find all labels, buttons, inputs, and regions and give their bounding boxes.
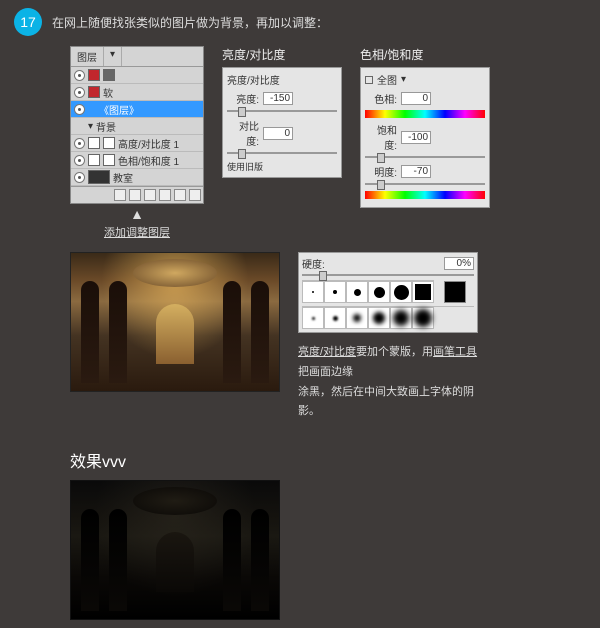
layer-row[interactable]: 教室 <box>71 169 203 186</box>
eye-icon[interactable] <box>74 87 85 98</box>
brush-preset[interactable] <box>302 307 324 329</box>
color-swatch <box>103 69 115 81</box>
brush-preset[interactable] <box>346 307 368 329</box>
brush-preset[interactable] <box>412 281 434 303</box>
slider[interactable] <box>302 274 474 276</box>
panel-title: 亮度/对比度 <box>222 46 342 63</box>
adjust-icon <box>88 137 100 149</box>
slider[interactable] <box>227 110 337 112</box>
eye-icon[interactable] <box>74 70 85 81</box>
brush-preset[interactable] <box>324 307 346 329</box>
brush-preset[interactable] <box>324 281 346 303</box>
layers-tab[interactable]: 图层 <box>71 47 104 66</box>
label: 色相: <box>365 91 397 106</box>
mask-icon <box>103 137 115 149</box>
caption: 添加调整图层 <box>70 224 204 240</box>
brush-preset[interactable] <box>368 281 390 303</box>
label: 亮度: <box>227 91 259 106</box>
slider[interactable] <box>227 152 337 154</box>
adjust-icon[interactable] <box>144 189 156 201</box>
layer-row[interactable]: 色相/饱和度 1 <box>71 152 203 169</box>
value-input[interactable]: 0% <box>444 257 474 270</box>
brush-preset[interactable] <box>390 281 412 303</box>
label: 硬度: <box>302 256 325 271</box>
layer-thumb <box>88 170 110 184</box>
hue-panel: 全图▾ 色相:0 饱和度:-100 明度:-70 <box>360 67 490 208</box>
hue-strip <box>365 191 485 199</box>
eye-icon[interactable] <box>74 155 85 166</box>
swatch-icon <box>365 76 373 84</box>
layer-row[interactable]: 高度/对比度 1 <box>71 135 203 152</box>
hue-slider[interactable] <box>365 110 485 118</box>
tab-arrow-icon: ▾ <box>104 47 122 66</box>
brush-preset[interactable] <box>390 307 412 329</box>
folder-icon[interactable] <box>159 189 171 201</box>
color-swatch <box>88 69 100 81</box>
brightness-panel: 亮度/对比度 亮度:-150 对比度:0 使用旧版 <box>222 67 342 178</box>
value-input[interactable]: 0 <box>263 127 293 140</box>
layer-row[interactable]: 《图层》 <box>71 101 203 118</box>
checkbox-label[interactable]: 使用旧版 <box>227 160 337 173</box>
arrow-up-icon: ▲ <box>70 206 204 222</box>
label: 对比度: <box>227 118 259 148</box>
reference-image <box>70 252 280 392</box>
brush-preset[interactable] <box>302 281 324 303</box>
brush-preset[interactable] <box>346 281 368 303</box>
slider[interactable] <box>365 183 485 185</box>
panel-title: 色相/饱和度 <box>360 46 490 63</box>
eye-icon[interactable] <box>74 104 85 115</box>
brush-panel: 硬度: 0% <box>298 252 478 333</box>
intro-text: 在网上随便找张类似的图片做为背景，再加以调整： <box>52 14 328 31</box>
instruction-text: 亮度/对比度要加个蒙版，用画笔工具把画面边缘涂黑，然后在中间大致画上字体的阴影。 <box>298 343 478 422</box>
adjust-icon <box>88 154 100 166</box>
brush-preset[interactable] <box>368 307 390 329</box>
result-image <box>70 480 280 620</box>
layers-panel: 图层▾ 软 《图层》 ▾背景 高度/对比度 1 色相/饱和度 1 教室 <box>70 46 204 204</box>
mask-icon <box>103 154 115 166</box>
eye-icon[interactable] <box>74 138 85 149</box>
label: 饱和度: <box>365 122 397 152</box>
fx-icon[interactable] <box>114 189 126 201</box>
value-input[interactable]: 0 <box>401 92 431 105</box>
fg-color[interactable] <box>444 281 466 303</box>
step-badge: 17 <box>14 8 42 36</box>
new-icon[interactable] <box>174 189 186 201</box>
slider[interactable] <box>365 156 485 158</box>
eye-icon[interactable] <box>74 172 85 183</box>
color-swatch <box>88 86 100 98</box>
value-input[interactable]: -70 <box>401 165 431 178</box>
brush-preset[interactable] <box>412 307 434 329</box>
layer-row[interactable]: 软 <box>71 84 203 101</box>
label: 明度: <box>365 164 397 179</box>
value-input[interactable]: -100 <box>401 131 431 144</box>
mask-icon[interactable] <box>129 189 141 201</box>
trash-icon[interactable] <box>189 189 201 201</box>
layer-row[interactable]: ▾背景 <box>71 118 203 135</box>
value-input[interactable]: -150 <box>263 92 293 105</box>
preset-select[interactable]: 全图 <box>377 72 397 87</box>
result-title: 效果vvv <box>70 448 586 472</box>
layer-row[interactable] <box>71 67 203 84</box>
